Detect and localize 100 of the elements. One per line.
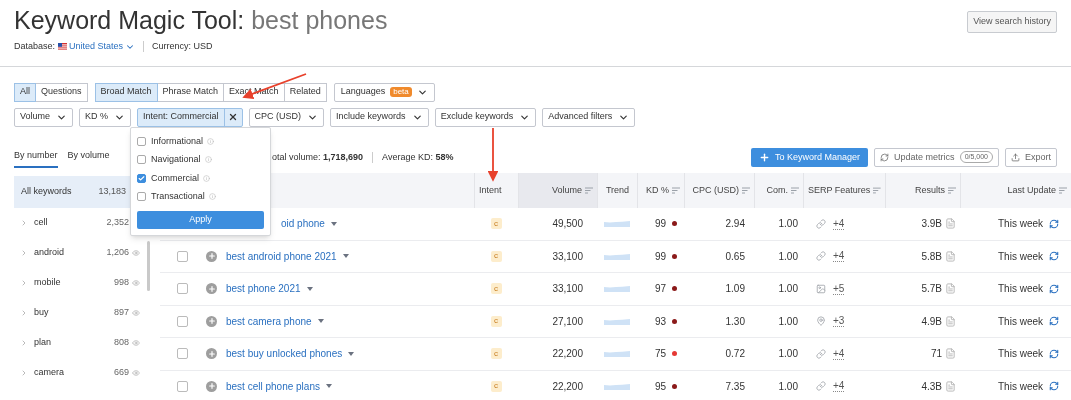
keyword-link[interactable]: best camera phone (226, 313, 312, 329)
group-item[interactable]: plan 808 (14, 328, 145, 358)
kd-cell-text: 99 (654, 249, 666, 264)
intent-option[interactable]: Commercial (151, 171, 199, 185)
group-item[interactable]: camera 669 (14, 358, 145, 388)
last-update-cell-text: This week (998, 249, 1043, 264)
column-header[interactable]: Results (885, 173, 960, 208)
column-header[interactable]: KD % (637, 173, 684, 208)
intent-badge: c (490, 250, 502, 262)
keyword-link[interactable]: best android phone 2021 (226, 248, 337, 264)
eye-icon[interactable] (132, 309, 140, 317)
eye-icon[interactable] (132, 369, 140, 377)
add-icon[interactable] (206, 348, 217, 360)
column-header[interactable]: Com. (754, 173, 803, 208)
column-header[interactable]: CPC (USD) (684, 173, 754, 208)
last-update-cell-text: This week (998, 314, 1043, 329)
volume-cell-text: 22,200 (551, 347, 584, 362)
refresh-icon[interactable] (1049, 316, 1059, 327)
trend-sparkline (604, 220, 630, 228)
filter-dropdown[interactable]: Exclude keywords (434, 107, 537, 127)
intent-badge: c (490, 283, 502, 295)
filter-dropdown[interactable]: CPC (USD) (248, 107, 325, 127)
add-icon[interactable] (206, 283, 217, 295)
view-tab[interactable]: By number (14, 146, 58, 168)
document-icon[interactable] (945, 315, 956, 327)
serp-more-link[interactable]: +4 (833, 250, 845, 263)
eye-icon[interactable] (132, 249, 140, 257)
row-checkbox[interactable] (177, 283, 188, 295)
refresh-icon[interactable] (1049, 348, 1059, 359)
group-count: 669 (113, 366, 129, 380)
filter-dropdown[interactable]: KD % (79, 107, 132, 127)
column-header[interactable]: Trend (597, 173, 637, 208)
filter-dropdown[interactable]: Advanced filters (542, 107, 636, 127)
keyword-link[interactable]: best cell phone plans (226, 378, 320, 394)
document-icon[interactable] (945, 283, 956, 295)
info-icon (204, 156, 212, 164)
keyword-link[interactable]: oid phone (281, 216, 325, 232)
eye-icon[interactable] (132, 339, 140, 347)
export-button[interactable]: Export (1005, 147, 1057, 167)
group-item[interactable]: buy 897 (14, 298, 145, 328)
document-icon[interactable] (945, 380, 956, 392)
keyword-link[interactable]: best buy unlocked phones (226, 346, 343, 362)
refresh-icon[interactable] (1049, 381, 1059, 392)
document-icon[interactable] (945, 218, 956, 230)
group-item[interactable]: android 1,206 (14, 238, 145, 268)
add-icon[interactable] (206, 315, 217, 327)
eye-icon[interactable] (132, 279, 140, 287)
column-header[interactable]: SERP Features (803, 173, 885, 208)
document-icon[interactable] (945, 348, 956, 360)
intent-option[interactable]: Informational (151, 134, 204, 148)
intent-option[interactable]: Navigational (151, 153, 201, 167)
match-tab[interactable]: Related (283, 82, 327, 102)
refresh-icon[interactable] (1049, 283, 1059, 294)
match-tab[interactable]: Questions (35, 82, 88, 102)
database-dropdown[interactable]: United States (69, 40, 136, 54)
intent-checkbox[interactable] (137, 173, 146, 183)
refresh-icon[interactable] (1049, 251, 1059, 262)
row-checkbox[interactable] (177, 315, 188, 327)
keyword-link[interactable]: best phone 2021 (226, 281, 301, 297)
column-header[interactable]: Last Update (960, 173, 1071, 208)
match-tab[interactable]: Phrase Match (156, 82, 225, 102)
competition-cell-text: 1.00 (777, 314, 799, 329)
group-label: All keywords (21, 185, 72, 199)
row-checkbox[interactable] (177, 380, 188, 392)
scrollbar-thumb[interactable] (147, 241, 150, 291)
intent-filter[interactable]: Intent: Commercial (137, 107, 243, 127)
document-icon[interactable] (945, 250, 956, 262)
match-tab[interactable]: All (14, 82, 36, 102)
competition-cell-text: 1.00 (777, 379, 799, 394)
languages-dropdown[interactable]: Languages beta (333, 82, 435, 102)
filter-dropdown[interactable]: Include keywords (330, 107, 429, 127)
group-count: 808 (113, 336, 129, 350)
serp-more-link[interactable]: +4 (833, 217, 845, 230)
intent-checkbox[interactable] (137, 192, 146, 202)
chevron-right-icon (20, 339, 28, 347)
view-history-button[interactable]: View search history (967, 11, 1057, 33)
intent-option[interactable]: Transactional (151, 190, 205, 204)
filter-label[interactable]: Intent: Commercial (138, 108, 224, 126)
add-icon[interactable] (206, 380, 217, 392)
view-tab[interactable]: By volume (67, 146, 110, 168)
summary-text: Average KD: 58% (382, 150, 454, 164)
kd-cell-text: 97 (654, 282, 666, 297)
serp-more-link[interactable]: +3 (833, 315, 845, 328)
column-header[interactable]: Volume (518, 173, 597, 208)
add-icon[interactable] (206, 250, 217, 262)
group-item[interactable]: mobile 998 (14, 268, 145, 298)
chevron-right-icon (20, 309, 28, 317)
volume-cell-text: 27,100 (551, 314, 584, 329)
serp-more-link[interactable]: +5 (833, 282, 845, 295)
row-checkbox[interactable] (177, 348, 188, 360)
last-update-cell-text: This week (998, 282, 1043, 297)
filter-dropdown[interactable]: Volume (14, 107, 74, 127)
match-tab[interactable]: Broad Match (94, 82, 158, 102)
page-title: Keyword Magic Tool: (14, 5, 245, 36)
refresh-icon[interactable] (1049, 218, 1059, 229)
serp-more-link[interactable]: +4 (833, 347, 845, 360)
serp-more-link[interactable]: +4 (833, 380, 845, 393)
intent-checkbox[interactable] (137, 136, 146, 146)
row-checkbox[interactable] (177, 250, 188, 262)
intent-checkbox[interactable] (137, 155, 146, 165)
